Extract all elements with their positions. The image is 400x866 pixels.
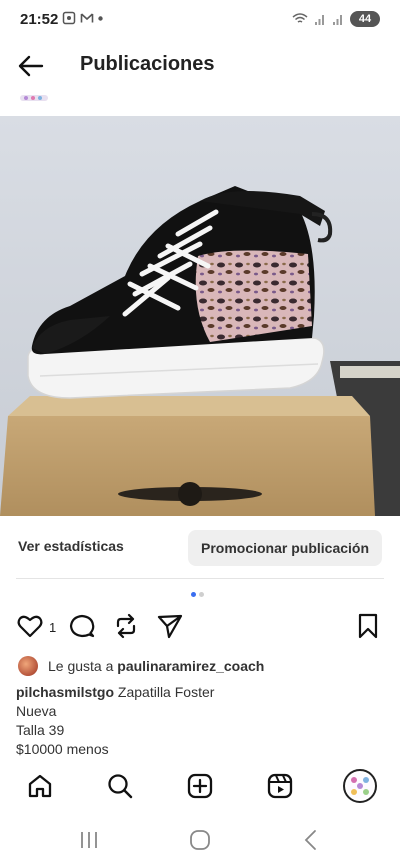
caption-line: Talla 39 (16, 722, 65, 738)
liked-by-row[interactable]: Le gusta a paulinaramirez_coach (18, 656, 264, 676)
signal-icon-2 (333, 15, 342, 25)
post-actions-row: Ver estadísticas Promocionar publicación (0, 528, 400, 568)
signal-icon (315, 15, 324, 25)
brand-mark-icon (20, 95, 48, 101)
heart-icon[interactable] (16, 612, 44, 640)
status-notification-icons (62, 11, 103, 25)
carousel-indicator (191, 592, 204, 597)
caption-first-line: pilchasmilstgo Zapatilla Foster (16, 683, 386, 702)
profile-logo-icon (347, 773, 373, 799)
post-icons-row: 1 (0, 612, 400, 642)
home-icon[interactable] (26, 772, 54, 800)
back-button-icon[interactable] (298, 828, 324, 852)
repost-icon[interactable] (112, 612, 140, 640)
header: Publicaciones (0, 40, 400, 92)
status-system-icons: 44 (292, 11, 380, 27)
caption-line: $10000 menos (16, 741, 109, 757)
battery-indicator: 44 (350, 11, 380, 27)
send-icon[interactable] (156, 612, 184, 640)
divider (16, 578, 384, 579)
liked-by-user[interactable]: paulinaramirez_coach (117, 658, 264, 674)
screenshot-icon (62, 11, 76, 25)
avatar (18, 656, 38, 676)
bookmark-icon[interactable] (354, 612, 382, 640)
caption-title: Zapatilla Foster (117, 684, 215, 700)
caption-username[interactable]: pilchasmilstgo (16, 684, 114, 700)
page-title: Publicaciones (80, 53, 215, 75)
liked-by-prefix: Le gusta a (48, 658, 114, 674)
battery-level: 44 (358, 13, 372, 25)
arrow-left-icon[interactable] (16, 52, 46, 80)
recent-apps-icon[interactable] (76, 828, 102, 852)
like-count[interactable]: 1 (49, 620, 56, 635)
view-stats-link[interactable]: Ver estadísticas (18, 538, 124, 554)
comment-icon[interactable] (68, 612, 96, 640)
wifi-icon (292, 13, 308, 23)
gmail-icon (80, 13, 94, 23)
plus-square-icon[interactable] (186, 772, 214, 800)
promote-post-button[interactable]: Promocionar publicación (188, 530, 382, 566)
sneaker-photo (0, 116, 400, 516)
bottom-nav (0, 766, 400, 810)
reels-icon[interactable] (266, 772, 294, 800)
liked-by-text: Le gusta a paulinaramirez_coach (48, 658, 264, 674)
status-bar: 21:52 44 (0, 0, 400, 40)
profile-avatar[interactable] (343, 769, 377, 803)
more-notifications-icon (98, 15, 103, 21)
carousel-dot (199, 592, 204, 597)
status-time: 21:52 (20, 11, 59, 28)
search-icon[interactable] (106, 772, 134, 800)
system-navigation-bar (0, 820, 400, 866)
post-caption: pilchasmilstgo Zapatilla Foster Nueva Ta… (16, 683, 386, 759)
caption-line: Nueva (16, 703, 57, 719)
carousel-dot-active (191, 592, 196, 597)
post-image[interactable] (0, 116, 400, 516)
home-button-icon[interactable] (187, 828, 213, 852)
